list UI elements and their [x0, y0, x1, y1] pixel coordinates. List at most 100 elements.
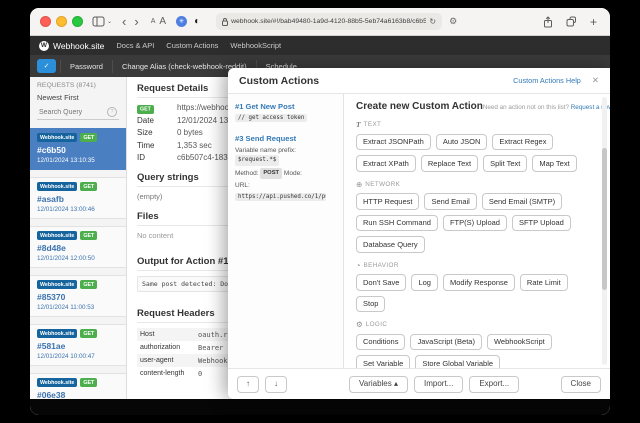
reload-icon[interactable]: ↻ [429, 17, 436, 26]
header-key: authorization [140, 343, 181, 351]
tab-overview-icon[interactable] [566, 16, 577, 27]
action-button[interactable]: Store Global Variable [415, 355, 501, 368]
action-section-row: T TEXT Extract JSONPath Auto JSON Extract Re… [356, 112, 596, 172]
zoom-window-button[interactable] [72, 16, 83, 27]
action-button[interactable]: Log [411, 274, 438, 291]
request-id-link[interactable]: #8d48e [37, 243, 119, 253]
webhook-site-badge: Webhook.site [37, 280, 78, 289]
address-bar[interactable]: webhook.site/#!/bab49480-1a9d-4120-88b5-… [216, 13, 443, 30]
action-button[interactable]: Database Query [356, 236, 425, 253]
hint-text: Need an action not on this list? [482, 104, 569, 111]
import-button[interactable]: Import... [414, 375, 464, 393]
extension-contrast-icon[interactable]: ◐ [194, 16, 200, 27]
close-button[interactable]: Close [560, 375, 601, 393]
request-badges: Webhook.site GET [37, 231, 119, 240]
nav-webhookscript[interactable]: WebhookScript [230, 41, 281, 50]
action-button[interactable]: Conditions [356, 333, 406, 350]
action-item[interactable]: #3 Send Request Variable name prefix: $r… [235, 134, 336, 202]
header-value: 0 [198, 369, 203, 378]
network-icon: ⊕ [356, 179, 363, 189]
url-text: webhook.site/#!/bab49480-1a9d-4120-88b5-… [231, 18, 427, 25]
request-item[interactable]: Webhook.site GET #8d48e 12/01/2024 12:00:50 [30, 226, 126, 268]
custom-actions-modal: Custom Actions Custom Actions Help ✕ #1 … [228, 68, 610, 399]
app-navbar: W Webhook.site Docs & API Custom Actions… [30, 36, 610, 55]
action-item[interactable]: #1 Get New Post // get access token [235, 102, 336, 122]
new-tab-button[interactable]: + [590, 16, 597, 28]
sort-order-control[interactable]: Newest First [37, 93, 119, 102]
request-id-link[interactable]: #85370 [37, 292, 119, 302]
action-button[interactable]: Stop [356, 295, 386, 312]
existing-actions-list: #1 Get New Post // get access token #3 S… [228, 94, 344, 368]
action-section-row: ⊕ NETWORK HTTP Request Send Email Send Email… [356, 172, 596, 253]
action-button[interactable]: Rate Limit [519, 274, 568, 291]
request-badges: Webhook.site GET [37, 280, 119, 289]
action-button[interactable]: Run SSH Command [356, 214, 438, 231]
webhook-site-badge: Webhook.site [37, 133, 78, 142]
action-title-link[interactable]: #1 Get New Post [235, 102, 336, 111]
forward-button[interactable]: › [130, 15, 142, 28]
request-item[interactable]: Webhook.siteGET#06e3812/01/2024 09:00:38 [30, 373, 126, 399]
request-id-link[interactable]: #c6b50 [37, 145, 119, 155]
text-size-smaller-button[interactable]: A [149, 18, 158, 25]
back-button[interactable]: ‹ [118, 15, 130, 28]
action-button[interactable]: Extract JSONPath [356, 133, 431, 150]
webhook-site-page: W Webhook.site Docs & API Custom Actions… [30, 36, 610, 415]
action-button[interactable]: Extract XPath [356, 155, 416, 172]
method-badge: GET [80, 329, 98, 338]
action-button[interactable]: FTP(S) Upload [442, 214, 507, 231]
action-button[interactable]: SFTP Upload [511, 214, 571, 231]
custom-actions-help-link[interactable]: Custom Actions Help [513, 76, 581, 85]
nav-custom-actions[interactable]: Custom Actions [166, 41, 218, 50]
action-button[interactable]: WebhookScript [486, 333, 552, 350]
extension-flower-icon[interactable]: ✳ [176, 16, 188, 27]
request-item[interactable]: Webhook.site GET #581ae 12/01/2024 10:00:47 [30, 324, 126, 366]
request-item[interactable]: Webhook.site GET #asafb 12/01/2024 13:00:46 [30, 177, 126, 219]
action-prefix-line: Variable name prefix: $request.*$ [235, 146, 336, 166]
action-button[interactable]: Modify Response [442, 274, 515, 291]
gear-icon[interactable]: ⚙ [449, 16, 457, 27]
action-button[interactable]: Set Variable [356, 355, 411, 368]
share-icon[interactable] [543, 15, 553, 28]
request-id-link[interactable]: #581ae [37, 341, 119, 351]
close-icon[interactable]: ✕ [592, 75, 599, 86]
password-button[interactable]: Password [60, 59, 112, 73]
action-button[interactable]: Send Email (SMTP) [481, 193, 563, 210]
detail-value: 1,353 sec [177, 140, 212, 150]
sidebar-toggle-icon[interactable] [92, 16, 105, 27]
action-button[interactable]: JavaScript (Beta) [410, 333, 482, 350]
action-section: ⚙ LOGIC Conditions JavaScript (Beta) Webhook… [356, 312, 596, 368]
chevron-down-icon[interactable]: ⌄ [105, 18, 114, 25]
action-button[interactable]: Map Text [532, 155, 577, 172]
close-window-button[interactable] [40, 16, 51, 27]
verified-check-button[interactable]: ✓ [37, 59, 56, 73]
text-size-larger-button[interactable]: A [157, 16, 168, 27]
search-help-icon[interactable]: ? [107, 107, 117, 117]
brand[interactable]: W Webhook.site [39, 40, 104, 51]
request-item[interactable]: Webhook.site GET #c6b50 12/01/2024 13:10:35 [30, 128, 126, 170]
section-label: TEXT [363, 121, 382, 129]
variables-dropdown[interactable]: Variables ▴ [349, 375, 408, 393]
move-up-button[interactable]: ↑ [237, 375, 259, 393]
request-id-link[interactable]: #06e38 [37, 390, 119, 399]
request-id-link[interactable]: #asafb [37, 194, 119, 204]
modal-scrollbar[interactable] [602, 97, 607, 365]
export-button[interactable]: Export... [469, 375, 520, 393]
move-down-button[interactable]: ↓ [265, 375, 287, 393]
nav-docs-api[interactable]: Docs & API [116, 41, 154, 50]
action-button[interactable]: HTTP Request [356, 193, 420, 210]
action-button[interactable]: Replace Text [420, 155, 479, 172]
method-badge: GET [80, 231, 98, 240]
action-button[interactable]: Auto JSON [435, 133, 488, 150]
request-item[interactable]: Webhook.site GET #85370 12/01/2024 11:00:53 [30, 275, 126, 317]
action-title-link[interactable]: #3 Send Request [235, 134, 336, 143]
action-section: T TEXT Extract JSONPath Auto JSON Extract Re… [356, 112, 596, 172]
minimize-window-button[interactable] [56, 16, 67, 27]
modal-scrollbar-thumb[interactable] [602, 147, 607, 290]
search-input[interactable] [37, 107, 103, 117]
action-button[interactable]: Extract Regex [492, 133, 554, 150]
action-hint: Need an action not on this list? Request… [483, 104, 610, 111]
action-button[interactable]: Split Text [483, 155, 528, 172]
action-button[interactable]: Send Email [424, 193, 477, 210]
action-button[interactable]: Don't Save [356, 274, 407, 291]
detail-key: Date [137, 115, 154, 125]
